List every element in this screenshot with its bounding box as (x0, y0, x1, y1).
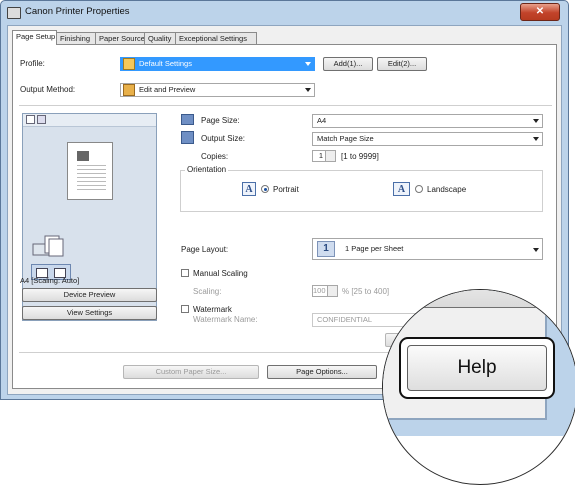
orientation-group (180, 170, 543, 212)
landscape-icon: A (393, 182, 410, 196)
preview-block (77, 151, 89, 161)
preview-line (77, 169, 106, 170)
watermark-name-value: CONFIDENTIAL (317, 315, 373, 324)
stepper-arrows-icon[interactable] (327, 286, 337, 296)
profile-icon (123, 58, 135, 70)
tab-quality[interactable]: Quality (144, 32, 176, 44)
watermark-label: Watermark (193, 305, 232, 314)
output-size-value: Match Page Size (317, 134, 374, 143)
orientation-label: Orientation (185, 165, 229, 174)
output-size-label: Output Size: (201, 134, 246, 143)
copies-value: 1 (318, 151, 323, 160)
printer-icon (7, 7, 21, 19)
landscape-radio[interactable] (415, 185, 423, 193)
page-size-value: A4 (317, 116, 327, 125)
watermark-name-label: Watermark Name: (193, 315, 258, 324)
page-layout-icon: 1 (317, 241, 335, 257)
page-preview (67, 142, 113, 200)
page-layout-select[interactable]: 1 Page per Sheet (312, 238, 543, 260)
preview-line (77, 181, 106, 182)
output-method-label: Output Method: (20, 85, 76, 94)
portrait-icon: A (242, 182, 256, 196)
tab-page-setup[interactable]: Page Setup (12, 30, 57, 45)
output-method-value: Edit and Preview (139, 85, 196, 94)
window-title: Canon Printer Properties (25, 6, 130, 17)
chevron-down-icon (533, 248, 539, 252)
divider (19, 105, 552, 106)
add-profile-button[interactable]: Add(1)... (323, 57, 373, 71)
page-size-label: Page Size: (201, 116, 240, 125)
close-button[interactable]: ✕ (520, 3, 560, 21)
chevron-down-icon (533, 119, 539, 123)
manual-scaling-checkbox[interactable] (181, 269, 189, 277)
watermark-checkbox[interactable] (181, 305, 189, 313)
view-settings-button[interactable]: View Settings (22, 306, 157, 320)
scaling-stepper[interactable]: 100 (312, 285, 338, 297)
page-options-button[interactable]: Page Options... (267, 365, 377, 379)
preview-line (77, 177, 106, 178)
output-method-select[interactable]: Edit and Preview (120, 83, 315, 97)
stepper-arrows-icon[interactable] (325, 151, 335, 161)
preview-status: A4 [Scaling: Auto] (20, 276, 80, 285)
copies-stepper[interactable]: 1 (312, 150, 336, 162)
chevron-down-icon (305, 88, 311, 92)
scaling-label: Scaling: (193, 287, 222, 296)
portrait-radio[interactable] (261, 185, 269, 193)
copies-label: Copies: (201, 152, 229, 161)
preview-line (77, 165, 106, 166)
landscape-label: Landscape (427, 185, 467, 194)
custom-paper-size-button[interactable]: Custom Paper Size... (123, 365, 259, 379)
device-preview-button[interactable]: Device Preview (22, 288, 157, 302)
edit-preview-icon (123, 84, 135, 96)
page-layout-label: Page Layout: (181, 245, 229, 254)
output-size-icon (181, 131, 194, 144)
manual-scaling-label: Manual Scaling (193, 269, 248, 278)
page-size-icon (181, 114, 194, 125)
profile-select[interactable]: Default Settings (120, 57, 315, 71)
tab-exceptional-settings[interactable]: Exceptional Settings (175, 32, 257, 44)
profile-label: Profile: (20, 59, 45, 68)
chevron-down-icon (305, 62, 311, 66)
preview-line (77, 189, 106, 190)
page-view-icon[interactable] (26, 115, 35, 124)
magnifier-callout: Help (382, 289, 575, 485)
edit-profile-button[interactable]: Edit(2)... (377, 57, 427, 71)
chevron-down-icon (533, 137, 539, 141)
magnified-button (409, 290, 545, 308)
copies-range: [1 to 9999] (341, 152, 379, 161)
printer-view-icon[interactable] (37, 115, 46, 124)
output-size-select[interactable]: Match Page Size (312, 132, 543, 146)
title-bar[interactable]: Canon Printer Properties ✕ (1, 1, 568, 23)
preview-header (23, 114, 156, 127)
help-button[interactable]: Help (407, 345, 547, 391)
scaling-value: 100 (313, 286, 326, 295)
tab-paper-source[interactable]: Paper Source (95, 32, 145, 44)
printer-stack-icon (32, 235, 64, 257)
tab-finishing[interactable]: Finishing (56, 32, 96, 44)
profile-value: Default Settings (139, 59, 192, 68)
page-size-select[interactable]: A4 (312, 114, 543, 128)
portrait-label: Portrait (273, 185, 299, 194)
preview-line (77, 173, 106, 174)
preview-line (77, 185, 106, 186)
help-highlight-ring: Help (399, 337, 555, 399)
page-layout-value: 1 Page per Sheet (345, 244, 404, 253)
